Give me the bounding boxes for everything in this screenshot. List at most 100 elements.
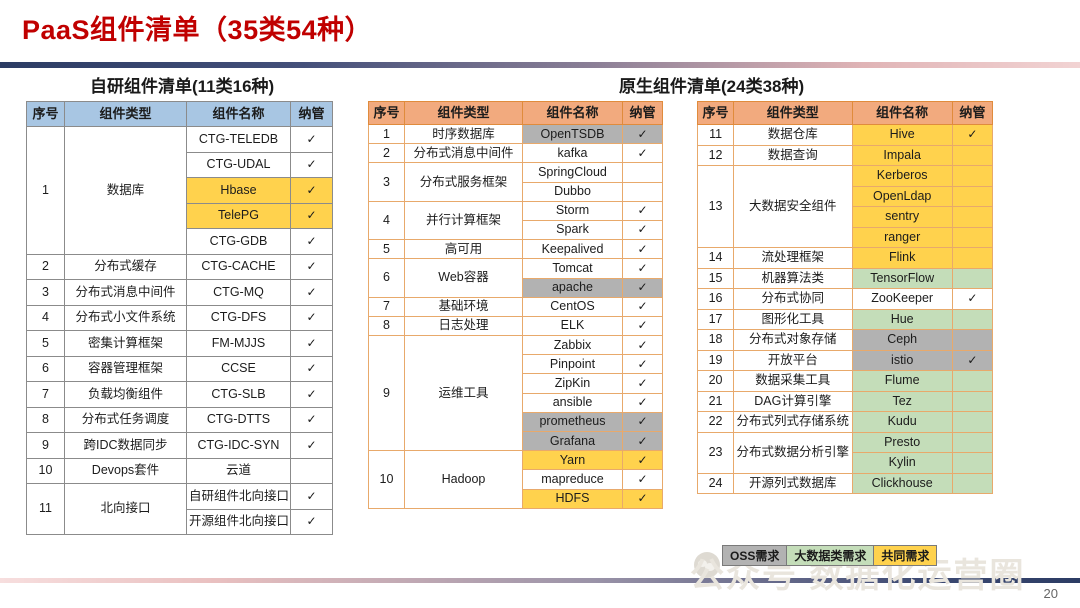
column-header-index: 序号 [26,101,65,127]
cell-index: 7 [26,381,65,408]
cell-managed [951,390,994,412]
footer-divider [0,578,1080,583]
cell-component-type: 分布式对象存储 [733,329,853,351]
check-icon: ✓ [637,433,648,448]
cell-index: 3 [368,162,405,202]
cell-component-type: DAG计算引擎 [733,390,853,412]
column-header-type: 组件类型 [64,101,187,127]
cell-managed: ✓ [290,304,333,331]
cell-managed: ✓ [622,335,663,356]
check-icon: ✓ [967,291,978,306]
column-header-name: 组件名称 [851,101,953,125]
table-header-row: 序号 组件类型 组件名称 纳管 [696,101,994,125]
cell-managed [951,206,994,228]
cell-index: 6 [368,258,405,298]
cell-managed: ✓ [290,355,333,382]
check-icon: ✓ [637,414,648,429]
check-icon: ✓ [637,280,648,295]
cell-managed [951,144,994,166]
cell-managed: ✓ [622,258,663,279]
section-heading-native: 原生组件清单(24类38种) [619,77,805,96]
native-table-left-wrapper: 序号 组件类型 组件名称 纳管 1 时序数据库 OpenTSDB ✓ 2 分布式消息中间件 kaf… [368,101,663,509]
check-icon: ✓ [637,260,648,275]
cell-component-name: CTG-TELEDB [186,126,291,153]
cell-managed [951,472,994,494]
cell-managed [951,370,994,392]
cell-component-name: Kerberos [851,165,953,187]
cell-component-type: 分布式小文件系统 [64,304,187,331]
cell-managed: ✓ [290,151,333,178]
cell-component-name: CTG-DFS [186,304,291,331]
cell-managed: ✓ [622,277,663,298]
table-row: 17 图形化工具 Hue [696,308,994,330]
cell-component-name: Hive [851,124,953,146]
table-row: 6 容器管理框架 CCSE ✓ [26,355,333,382]
cell-component-name: ansible [522,392,623,413]
cell-index: 2 [368,143,405,164]
check-icon: ✓ [306,182,317,197]
cell-component-name: prometheus [522,411,623,433]
cell-managed: ✓ [290,279,333,306]
check-icon: ✓ [306,412,317,427]
cell-managed: ✓ [290,202,333,229]
cell-managed: ✓ [622,239,663,260]
cell-index: 3 [26,279,65,306]
table-row: 9 运维工具 Zabbix ✓ [368,335,663,452]
check-icon: ✓ [306,488,317,503]
cell-component-name: Dubbo [522,181,623,202]
cell-managed [951,329,994,351]
cell-component-name: ELK [522,315,623,337]
cell-component-name: CTG-SLB [186,381,291,408]
cell-component-name: Tomcat [522,258,623,279]
check-icon: ✓ [306,233,317,248]
table-row: 5 高可用 Keepalived ✓ [368,239,663,260]
cell-component-type: 日志处理 [404,315,523,337]
cell-component-name: ZooKeeper [851,288,953,310]
cell-index: 16 [696,288,735,310]
cell-component-name: CCSE [186,355,291,382]
cell-component-name: Ceph [851,329,953,351]
cell-component-type: 跨IDC数据同步 [64,432,187,459]
cell-component-type: 数据仓库 [733,124,853,146]
cell-component-type: 分布式缓存 [64,253,187,280]
check-icon: ✓ [637,241,648,256]
cell-component-type: 开放平台 [733,349,853,371]
cell-index: 12 [696,144,735,166]
cell-index: 20 [696,370,735,392]
check-icon: ✓ [637,203,648,218]
cell-component-name: OpenLdap [851,185,953,207]
cell-component-name: Presto [851,431,953,453]
check-icon: ✓ [306,514,317,529]
table-header-row: 序号 组件类型 组件名称 纳管 [26,101,333,127]
self-developed-table-wrapper: 序号 组件类型 组件名称 纳管 1 数据库 CTG-TELEDB ✓ CTG-UDAL ✓ Hba… [26,101,333,535]
page-number: 20 [1043,586,1058,601]
cell-component-name: ZipKin [522,373,623,394]
check-icon: ✓ [637,375,648,390]
cell-component-type: 机器算法类 [733,267,853,289]
cell-index: 11 [26,483,65,535]
cell-index: 21 [696,390,735,412]
table-row: 16 分布式协同 ZooKeeper ✓ [696,288,994,310]
cell-component-name: Impala [851,144,953,166]
cell-managed [290,457,333,484]
cell-component-type: 分布式任务调度 [64,406,187,433]
cell-component-type: 高可用 [404,239,523,260]
cell-managed: ✓ [622,296,663,317]
cell-managed: ✓ [951,288,994,310]
cell-index: 2 [26,253,65,280]
cell-index: 24 [696,472,735,494]
table-row: 19 开放平台 istio ✓ [696,349,994,371]
cell-index: 6 [26,355,65,382]
cell-managed: ✓ [290,330,333,357]
header-divider [0,62,1080,68]
cell-component-name: Hbase [186,177,291,204]
cell-managed [951,267,994,289]
cell-index: 10 [26,457,65,484]
cell-managed [951,452,994,474]
check-icon: ✓ [637,318,648,333]
cell-component-type: Web容器 [404,258,523,298]
cell-managed: ✓ [290,483,333,510]
cell-component-name: Spark [522,219,623,241]
native-table-left: 序号 组件类型 组件名称 纳管 1 时序数据库 OpenTSDB ✓ 2 分布式消息中间件 kaf… [368,101,663,509]
check-icon: ✓ [637,126,648,141]
